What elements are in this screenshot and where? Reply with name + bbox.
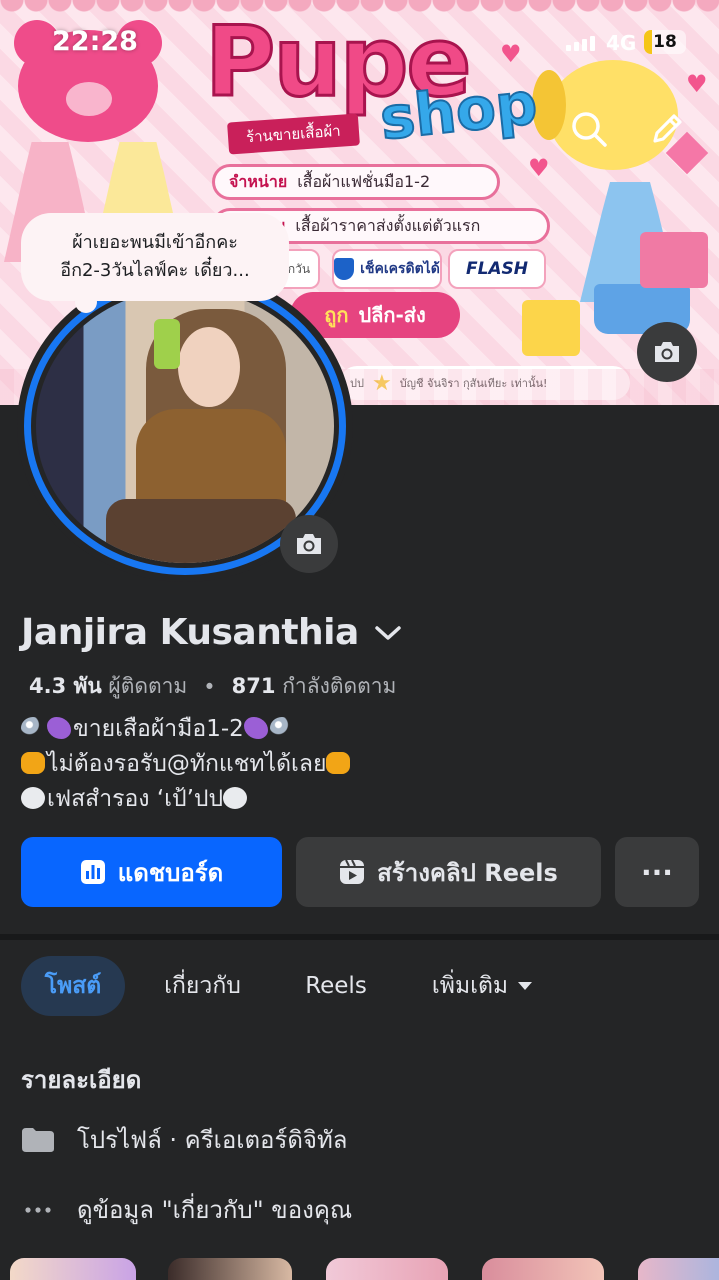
followers-label: ผู้ติดตาม [108,674,188,698]
status-bar: 22:28 4G 18 [0,0,719,80]
following-link[interactable]: 871 กำลังติดตาม [232,670,397,703]
camera-icon [655,342,679,362]
section-divider [0,934,719,940]
featured-thumbnail[interactable] [638,1258,719,1280]
featured-row [0,1258,719,1280]
cover-badge: FLASH [448,249,546,289]
battery-fill [644,30,652,54]
cover-info-text: เสื้อผ้าแฟชั่นมือ1-2 [297,171,431,191]
dashboard-label: แดชบอร์ด [117,858,224,887]
profile-bio: ขายเสือผ้ามือ1-2 ไม่ต้องรอรับ@ทักแชทได้เ… [21,712,352,817]
honey-pot-icon [21,752,45,774]
cover-info-label: จำหน่าย [229,171,288,191]
note-line: อีก2-3วันไลฟ์คะ เดี๋ยว... [60,260,250,281]
followers-count: 4.3 พัน [29,674,102,698]
bio-text: ขายเสือผ้ามือ1-2 [73,716,244,742]
folder-icon [21,1127,55,1153]
profile-type-row: โปรไฟล์ · ครีเอเตอร์ดิจิทัล [21,1120,348,1159]
status-time: 22:28 [52,26,138,57]
tab-label: เพิ่มเติม [431,973,509,999]
honey-pot-icon [326,752,351,774]
follow-stats: 4.3 พัน ผู้ติดตาม • 871 กำลังติดตาม [29,670,396,703]
mermaid-icon [47,717,71,739]
cover-sale-text: ปลีก-ส่ง [358,303,426,327]
featured-thumbnail[interactable] [168,1258,292,1280]
reels-icon [340,859,365,884]
create-reels-button[interactable]: สร้างคลิป Reels [296,837,601,907]
tab-label: Reels [305,973,367,999]
ellipsis-icon [21,1197,55,1223]
bag-illustration [522,300,580,356]
see-about-text: ดูข้อมูล "เกี่ยวกับ" ของคุณ [77,1196,353,1224]
cover-tagline: ร้านขายเสื้อผ้า [227,113,360,155]
more-options-button[interactable]: ··· [615,837,699,907]
profile-name: Janjira Kusanthia [21,612,359,653]
bio-line: ไม่ต้องรอรับ@ทักแชทได้เลย [21,747,352,782]
bio-text: ไม่ต้องรอรับ@ทักแชทได้เลย [47,751,327,777]
create-reels-label: สร้างคลิป Reels [377,858,558,887]
battery-icon: 18 [644,30,686,54]
cover-sale-highlight: ถูก [324,303,349,327]
chevron-down-icon [375,625,401,640]
mermaid-icon [243,717,268,739]
tab-label: โพสต์ [44,973,102,999]
tab-about[interactable]: เกี่ยวกับ [155,956,250,1016]
followers-link[interactable]: 4.3 พัน ผู้ติดตาม [29,670,187,703]
camera-icon [297,534,321,554]
bio-line: ขายเสือผ้ามือ1-2 [21,712,352,747]
featured-thumbnail[interactable] [482,1258,604,1280]
profile-name-row[interactable]: Janjira Kusanthia [21,612,403,653]
bubbles-icon [21,717,45,739]
tab-more[interactable]: เพิ่มเติม [420,956,544,1016]
featured-thumbnail[interactable] [326,1258,448,1280]
speech-bubble-icon [21,787,45,809]
heart-icon: ♥ [528,154,550,182]
battery-level: 18 [653,32,677,52]
featured-thumbnail[interactable] [10,1258,136,1280]
profile-type-text: โปรไฟล์ · ครีเอเตอร์ดิจิทัล [77,1126,348,1154]
cover-badge-text: เช็คเครดิตได้ [360,261,440,277]
bio-line: เฟสสำรอง ‘เป้’ปป [21,782,352,817]
tab-posts[interactable]: โพสต์ [21,956,125,1016]
cover-badge: เช็คเครดิตได้ [332,249,442,289]
tab-label: เกี่ยวกับ [164,973,241,999]
more-icon: ··· [641,855,673,889]
network-type: 4G [606,31,637,55]
note-bubble[interactable]: ผ้าเยอะพนมีเข้าอีกคะ อีก2-3วันไลฟ์คะ เดี… [21,213,289,313]
stats-separator: • [203,674,216,699]
bag-illustration [640,232,708,288]
bubbles-icon [269,717,294,739]
dashboard-icon [80,860,105,884]
search-icon [572,112,607,147]
following-count: 871 [231,674,276,698]
edit-button[interactable] [642,104,692,154]
tab-reels[interactable]: Reels [296,956,376,1016]
cover-brand-sub: shop [376,68,541,154]
signal-icon [566,36,595,51]
speech-bubble-icon [223,787,248,809]
cover-info-text: เสื้อผ้าราคาส่งตั้งแต่ตัวแรก [295,215,481,235]
search-button[interactable] [564,104,614,154]
caret-down-icon [518,982,533,990]
see-about-row[interactable]: ดูข้อมูล "เกี่ยวกับ" ของคุณ [21,1190,352,1229]
edit-icon [653,114,682,143]
note-line: ผ้าเยอะพนมีเข้าอีกคะ [72,232,238,253]
edit-avatar-button[interactable] [280,515,338,573]
shield-icon [334,258,355,280]
dashboard-button[interactable]: แดชบอร์ด [21,837,282,907]
cover-info-row: จำหน่าย เสื้อผ้าแฟชั่นมือ1-2 [212,164,500,200]
flash-logo: FLASH [465,259,529,279]
details-heading: รายละเอียด [21,1066,142,1094]
following-label: กำลังติดตาม [282,674,397,698]
bio-text: เฟสสำรอง ‘เป้’ปป [47,786,224,812]
edit-cover-photo-button[interactable] [637,322,697,382]
